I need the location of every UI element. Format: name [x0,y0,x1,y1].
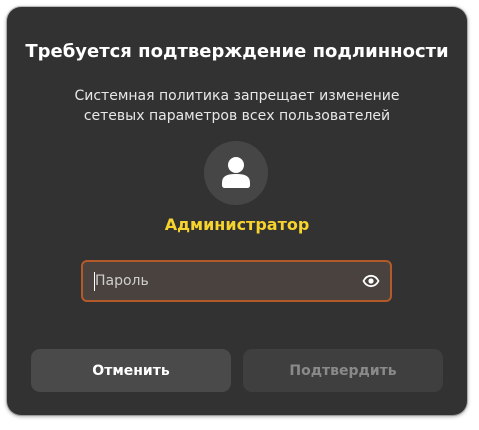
cancel-button[interactable]: Отменить [31,349,231,392]
eye-icon[interactable] [362,272,380,290]
user-avatar [204,141,268,205]
dialog-title: Требуется подтверждение подлинности [25,41,449,62]
user-avatar-icon [222,157,250,188]
password-input[interactable] [95,262,345,300]
password-field[interactable] [81,260,392,302]
username-label: Администратор [164,215,310,234]
confirm-button[interactable]: Подтвердить [243,349,443,392]
authentication-dialog: Требуется подтверждение подлинности Сист… [7,7,467,415]
dialog-description: Системная политика запрещает изменение с… [74,88,400,124]
